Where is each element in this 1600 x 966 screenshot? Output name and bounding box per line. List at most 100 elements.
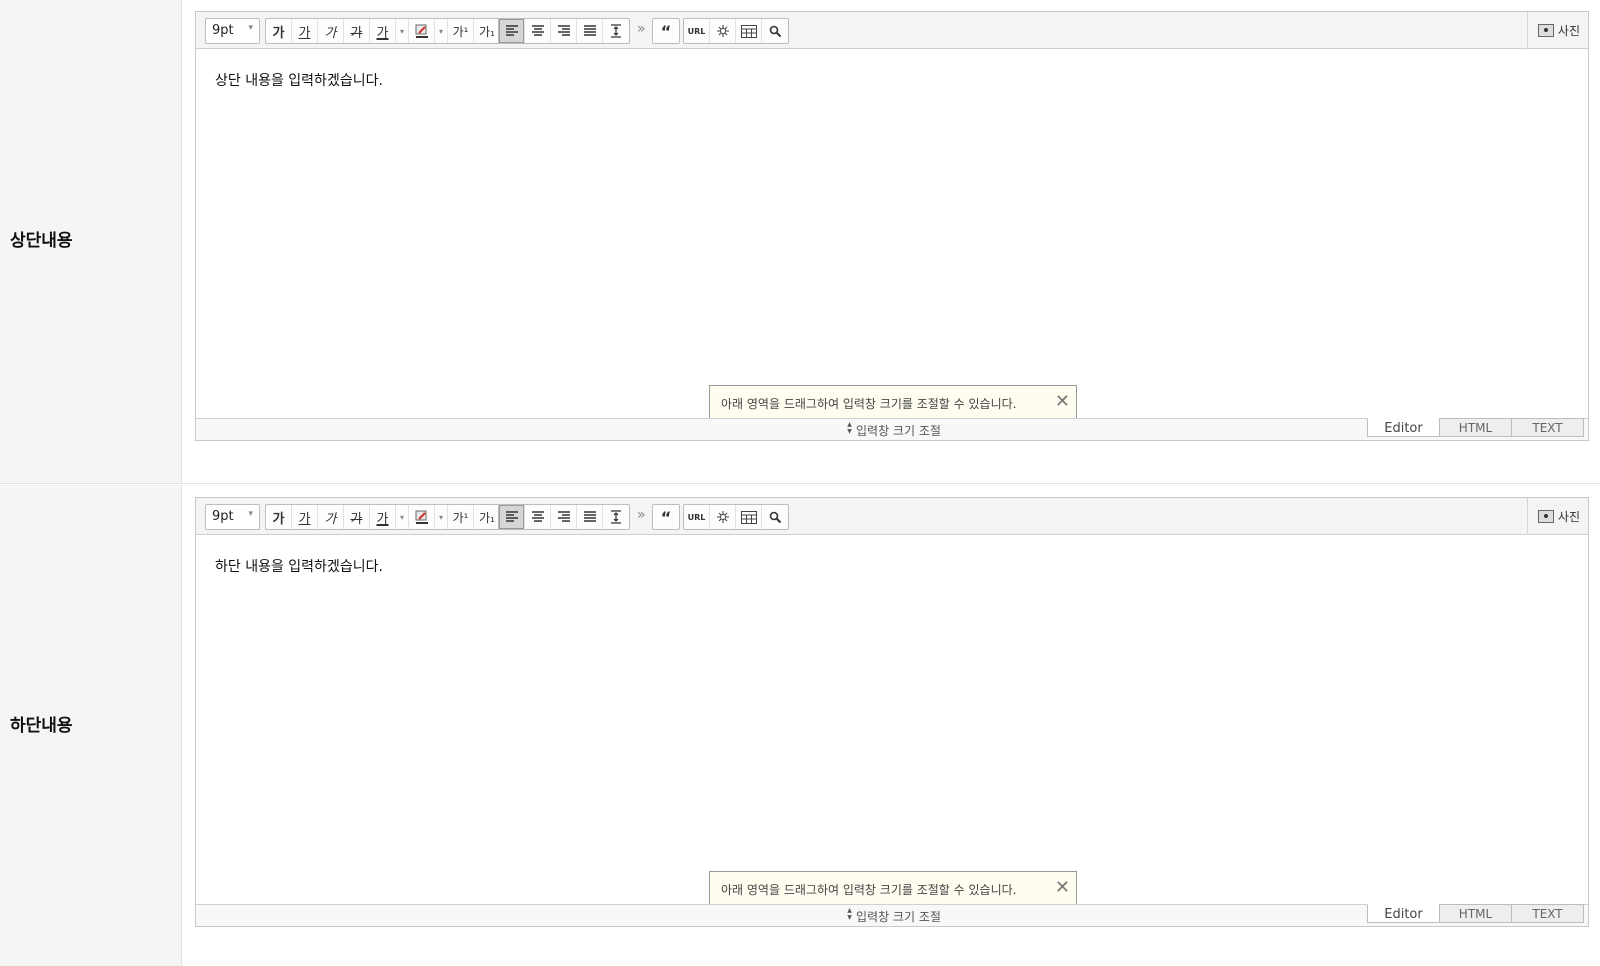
line-height-icon <box>609 510 623 524</box>
resize-label: 입력창 크기 조절 <box>856 424 941 438</box>
editor-content[interactable]: 하단 내용을 입력하겠습니다. <box>196 536 1588 904</box>
font-size-value: 9pt <box>212 509 234 524</box>
tab-html[interactable]: HTML <box>1439 418 1512 437</box>
resize-arrows-icon: ▲▼ <box>846 421 853 435</box>
special-char-button[interactable] <box>710 505 736 529</box>
align-center-icon <box>531 511 545 523</box>
toolbar-divider <box>1527 12 1528 49</box>
bold-button[interactable]: 가 <box>266 505 292 529</box>
table-button[interactable] <box>736 19 762 43</box>
format-group: 가 가 가 가 가 ▾ ▾ 가¹ 가₁ <box>265 18 501 44</box>
line-height-icon <box>609 24 623 38</box>
toolbar-divider <box>1527 498 1528 535</box>
align-justify-button[interactable] <box>577 19 603 43</box>
tab-text[interactable]: TEXT <box>1511 904 1584 923</box>
tooltip-text: 아래 영역을 드래그하여 입력창 크기를 조절할 수 있습니다. <box>721 883 1017 897</box>
photo-button[interactable]: 사진 <box>1537 508 1580 525</box>
caret-down-icon: ▾ <box>399 26 404 36</box>
strikethrough-button[interactable]: 가 <box>344 505 370 529</box>
search-button[interactable] <box>762 19 788 43</box>
align-group <box>498 18 630 44</box>
superscript-button[interactable]: 가¹ <box>448 505 474 529</box>
label-cell: 상단내용 <box>0 0 182 483</box>
subscript-button[interactable]: 가₁ <box>474 19 500 43</box>
strikethrough-button[interactable]: 가 <box>344 19 370 43</box>
editor-statusbar: ▲▼ 입력창 크기 조절 Editor HTML TEXT <box>196 904 1588 926</box>
italic-button[interactable]: 가 <box>318 505 344 529</box>
font-size-value: 9pt <box>212 23 234 38</box>
mode-tabs: Editor HTML TEXT <box>1367 904 1584 923</box>
search-icon <box>769 511 782 524</box>
underline-button[interactable]: 가 <box>292 505 318 529</box>
resize-tooltip: 아래 영역을 드래그하여 입력창 크기를 조절할 수 있습니다. ✕ <box>709 385 1077 420</box>
photo-icon <box>1537 24 1554 37</box>
tab-editor[interactable]: Editor <box>1367 904 1440 923</box>
font-size-select[interactable]: 9pt ▾ <box>205 504 260 530</box>
font-color-button[interactable]: 가 <box>370 505 396 529</box>
tab-editor[interactable]: Editor <box>1367 418 1440 437</box>
highlight-icon <box>415 510 429 524</box>
quote-button[interactable]: “ <box>653 505 679 529</box>
search-button[interactable] <box>762 505 788 529</box>
align-center-button[interactable] <box>525 505 551 529</box>
insert-group: URL <box>683 18 789 44</box>
align-left-icon <box>505 25 519 37</box>
subscript-button[interactable]: 가₁ <box>474 505 500 529</box>
align-group <box>498 504 630 530</box>
line-height-button[interactable] <box>603 505 629 529</box>
resize-arrows-icon: ▲▼ <box>846 907 853 921</box>
font-color-button[interactable]: 가 <box>370 19 396 43</box>
highlight-dropdown[interactable]: ▾ <box>435 505 448 529</box>
bold-button[interactable]: 가 <box>266 19 292 43</box>
quote-button[interactable]: “ <box>653 19 679 43</box>
resize-handle[interactable]: ▲▼ 입력창 크기 조절 <box>846 421 941 439</box>
photo-label: 사진 <box>1557 510 1580 524</box>
align-center-button[interactable] <box>525 19 551 43</box>
highlight-dropdown[interactable]: ▾ <box>435 19 448 43</box>
table-icon <box>740 24 757 38</box>
more-button[interactable]: » <box>637 21 646 37</box>
table-icon <box>740 510 757 524</box>
highlight-icon <box>415 24 429 38</box>
url-button[interactable]: URL <box>684 505 710 529</box>
special-char-button[interactable] <box>710 19 736 43</box>
align-right-button[interactable] <box>551 19 577 43</box>
close-icon[interactable]: ✕ <box>1055 390 1070 414</box>
font-size-select[interactable]: 9pt ▾ <box>205 18 260 44</box>
highlight-button[interactable] <box>409 505 435 529</box>
photo-icon <box>1537 510 1554 523</box>
caret-down-icon: ▾ <box>438 512 443 522</box>
label-cell: 하단내용 <box>0 485 182 966</box>
quote-group: “ <box>652 504 680 530</box>
resize-handle[interactable]: ▲▼ 입력창 크기 조절 <box>846 907 941 925</box>
field-label: 상단내용 <box>10 231 73 251</box>
quote-icon: “ <box>660 21 672 41</box>
align-right-button[interactable] <box>551 505 577 529</box>
align-center-icon <box>531 25 545 37</box>
font-color-dropdown[interactable]: ▾ <box>396 19 409 43</box>
align-left-button[interactable] <box>499 505 525 529</box>
editor-content[interactable]: 상단 내용을 입력하겠습니다. <box>196 50 1588 418</box>
row-top-content: 상단내용 9pt ▾ 가 가 가 가 가 ▾ ▾ 가¹ 가₁ » “ URL 사… <box>0 0 1600 484</box>
align-left-button[interactable] <box>499 19 525 43</box>
editor-toolbar: 9pt ▾ 가 가 가 가 가 ▾ ▾ 가¹ 가₁ » “ URL 사진 <box>196 12 1588 49</box>
line-height-button[interactable] <box>603 19 629 43</box>
more-button[interactable]: » <box>637 507 646 523</box>
table-button[interactable] <box>736 505 762 529</box>
close-icon[interactable]: ✕ <box>1055 876 1070 900</box>
align-justify-icon <box>583 25 597 37</box>
tab-text[interactable]: TEXT <box>1511 418 1584 437</box>
align-right-icon <box>557 25 571 37</box>
photo-button[interactable]: 사진 <box>1537 22 1580 39</box>
tab-html[interactable]: HTML <box>1439 904 1512 923</box>
superscript-button[interactable]: 가¹ <box>448 19 474 43</box>
resize-tooltip: 아래 영역을 드래그하여 입력창 크기를 조절할 수 있습니다. ✕ <box>709 871 1077 906</box>
underline-button[interactable]: 가 <box>292 19 318 43</box>
caret-down-icon: ▾ <box>438 26 443 36</box>
highlight-button[interactable] <box>409 19 435 43</box>
italic-button[interactable]: 가 <box>318 19 344 43</box>
font-color-dropdown[interactable]: ▾ <box>396 505 409 529</box>
align-justify-button[interactable] <box>577 505 603 529</box>
editor-toolbar: 9pt ▾ 가 가 가 가 가 ▾ ▾ 가¹ 가₁ » “ URL 사진 <box>196 498 1588 535</box>
url-button[interactable]: URL <box>684 19 710 43</box>
